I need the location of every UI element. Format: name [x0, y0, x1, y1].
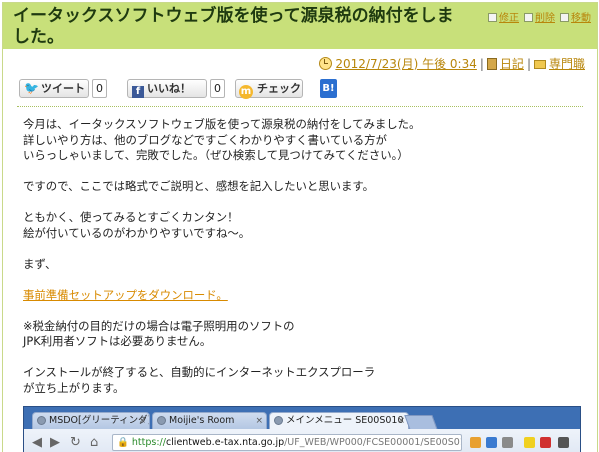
wrench-icon [558, 437, 569, 448]
clock-icon [319, 57, 333, 70]
extension-icon [540, 437, 551, 448]
like-button[interactable]: f いいね！ [127, 79, 207, 98]
meta-separator: | [479, 57, 484, 71]
tab-close-icon: × [255, 416, 263, 426]
tab-close-icon: × [138, 416, 146, 426]
extension-icon [502, 437, 513, 448]
url-host: clientweb.e-tax.nta.go.jp [165, 437, 285, 448]
url-path: /UF_WEB/WP000/FCSE00001/SE00S010SCR.do [284, 437, 461, 448]
tab-label: MSDO[グリーティング] [49, 415, 150, 426]
delete-icon [524, 13, 533, 22]
extension-icon [470, 437, 481, 448]
address-bar: 🔒 https://clientweb.e-tax.nta.go.jp/UF_W… [112, 434, 462, 451]
download-setup-link[interactable]: 事前準備セットアップをダウンロード。 [23, 288, 228, 302]
lock-icon: 🔒 [117, 437, 129, 448]
post-title: イータックスソフトウェブ版を使って源泉税の納付をしました。 [13, 6, 454, 47]
tweet-label: ツイート [40, 82, 85, 95]
tweet-count: 0 [92, 79, 107, 98]
folder-icon [533, 60, 546, 69]
book-icon [486, 58, 497, 70]
body-line: 絵が付いているのがわかりやすいですね〜。 [23, 225, 251, 240]
tab-favicon-icon [157, 416, 166, 425]
like-count: 0 [210, 79, 225, 98]
back-arrow-icon: ◀ [32, 435, 42, 450]
post-body: 今月は、イータックスソフトウェブ版を使って源泉税の納付をしてみました。 詳しいや… [23, 117, 583, 396]
body-line: 詳しいやり方は、他のブログなどですごくわかりやすく書いている方が [23, 132, 387, 147]
twitter-bird-icon: 🐦 [24, 81, 39, 95]
edit-label: 修正 [499, 13, 519, 24]
body-line: JPK利用者ソフトは必要ありません。 [23, 334, 212, 348]
post-header: イータックスソフトウェブ版を使って源泉税の納付をしました。 修正 削除 移動 [3, 3, 597, 49]
meta-separator: | [526, 57, 531, 71]
category-pro-link[interactable]: 専門職 [549, 57, 585, 71]
post-datetime-link[interactable]: 2012/7/23(月) 午後 0:34 [335, 57, 476, 71]
tab-favicon-icon [37, 416, 46, 425]
forward-arrow-icon: ▶ [50, 435, 60, 450]
mixi-icon: m [239, 85, 253, 99]
body-line: ともかく、使ってみるとすごくカンタン！ [23, 210, 239, 224]
browser-tab-active: メインメニュー SE00S010 図れ× [269, 412, 409, 429]
facebook-icon: f [132, 86, 144, 98]
extension-icon [524, 437, 535, 448]
url-scheme: https:// [131, 437, 166, 448]
home-icon: ⌂ [90, 435, 99, 450]
browser-tab: MSDO[グリーティング] × [32, 412, 150, 429]
body-line: ですので、ここでは略式でご説明と、感想を記入したいと思います。 [23, 179, 375, 193]
extension-icon [486, 437, 497, 448]
browser-tab: Moijie's Room × [152, 412, 267, 429]
body-line: まず、 [23, 256, 57, 271]
post-actions: 修正 削除 移動 [483, 9, 591, 24]
move-button[interactable]: 移動 [560, 13, 591, 24]
new-tab-button [404, 415, 438, 430]
body-line: いらっしゃいまして、完敗でした。（ぜひ検索して見つけてみてください。） [23, 148, 409, 162]
blog-post: イータックスソフトウェブ版を使って源泉税の納付をしました。 修正 削除 移動 201… [2, 2, 598, 452]
delete-button[interactable]: 削除 [524, 13, 555, 24]
body-line: 今月は、イータックスソフトウェブ版を使って源泉税の納付をしてみました。 [23, 117, 421, 131]
body-line: ※税金納付の目的だけの場合は電子照明用のソフトの [23, 318, 295, 333]
social-buttons: 🐦 ツイート 0 f いいね！ 0 m チェック B! [19, 79, 579, 99]
check-label: チェック [257, 82, 301, 95]
browser-screenshot: MSDO[グリーティング] × Moijie's Room × メインメニュー SE… [23, 406, 581, 452]
reload-icon: ↻ [70, 435, 81, 450]
divider [17, 106, 583, 107]
post-meta: 2012/7/23(月) 午後 0:34 | 日記 | 専門職 [319, 55, 585, 72]
category-diary-link[interactable]: 日記 [500, 57, 524, 71]
browser-toolbar: ◀ ▶ ↻ ⌂ 🔒 https://clientweb.e-tax.nta.go… [24, 429, 580, 452]
tab-label: Moijie's Room [169, 415, 235, 426]
move-label: 移動 [571, 13, 591, 24]
edit-button[interactable]: 修正 [488, 13, 519, 24]
move-icon [560, 13, 569, 22]
body-line: インストールが終了すると、自動的にインターネットエクスプローラ [23, 365, 376, 379]
tab-favicon-icon [274, 416, 283, 425]
body-line: が立ち上がります。 [23, 380, 125, 395]
tweet-button[interactable]: 🐦 ツイート [19, 79, 89, 98]
mixi-check-button[interactable]: m チェック [235, 79, 303, 99]
delete-label: 削除 [535, 13, 555, 24]
tab-label: メインメニュー SE00S010 図れ [286, 415, 408, 426]
like-label: いいね！ [147, 82, 191, 95]
hatena-bookmark-button[interactable]: B! [320, 79, 337, 98]
edit-icon [488, 13, 497, 22]
